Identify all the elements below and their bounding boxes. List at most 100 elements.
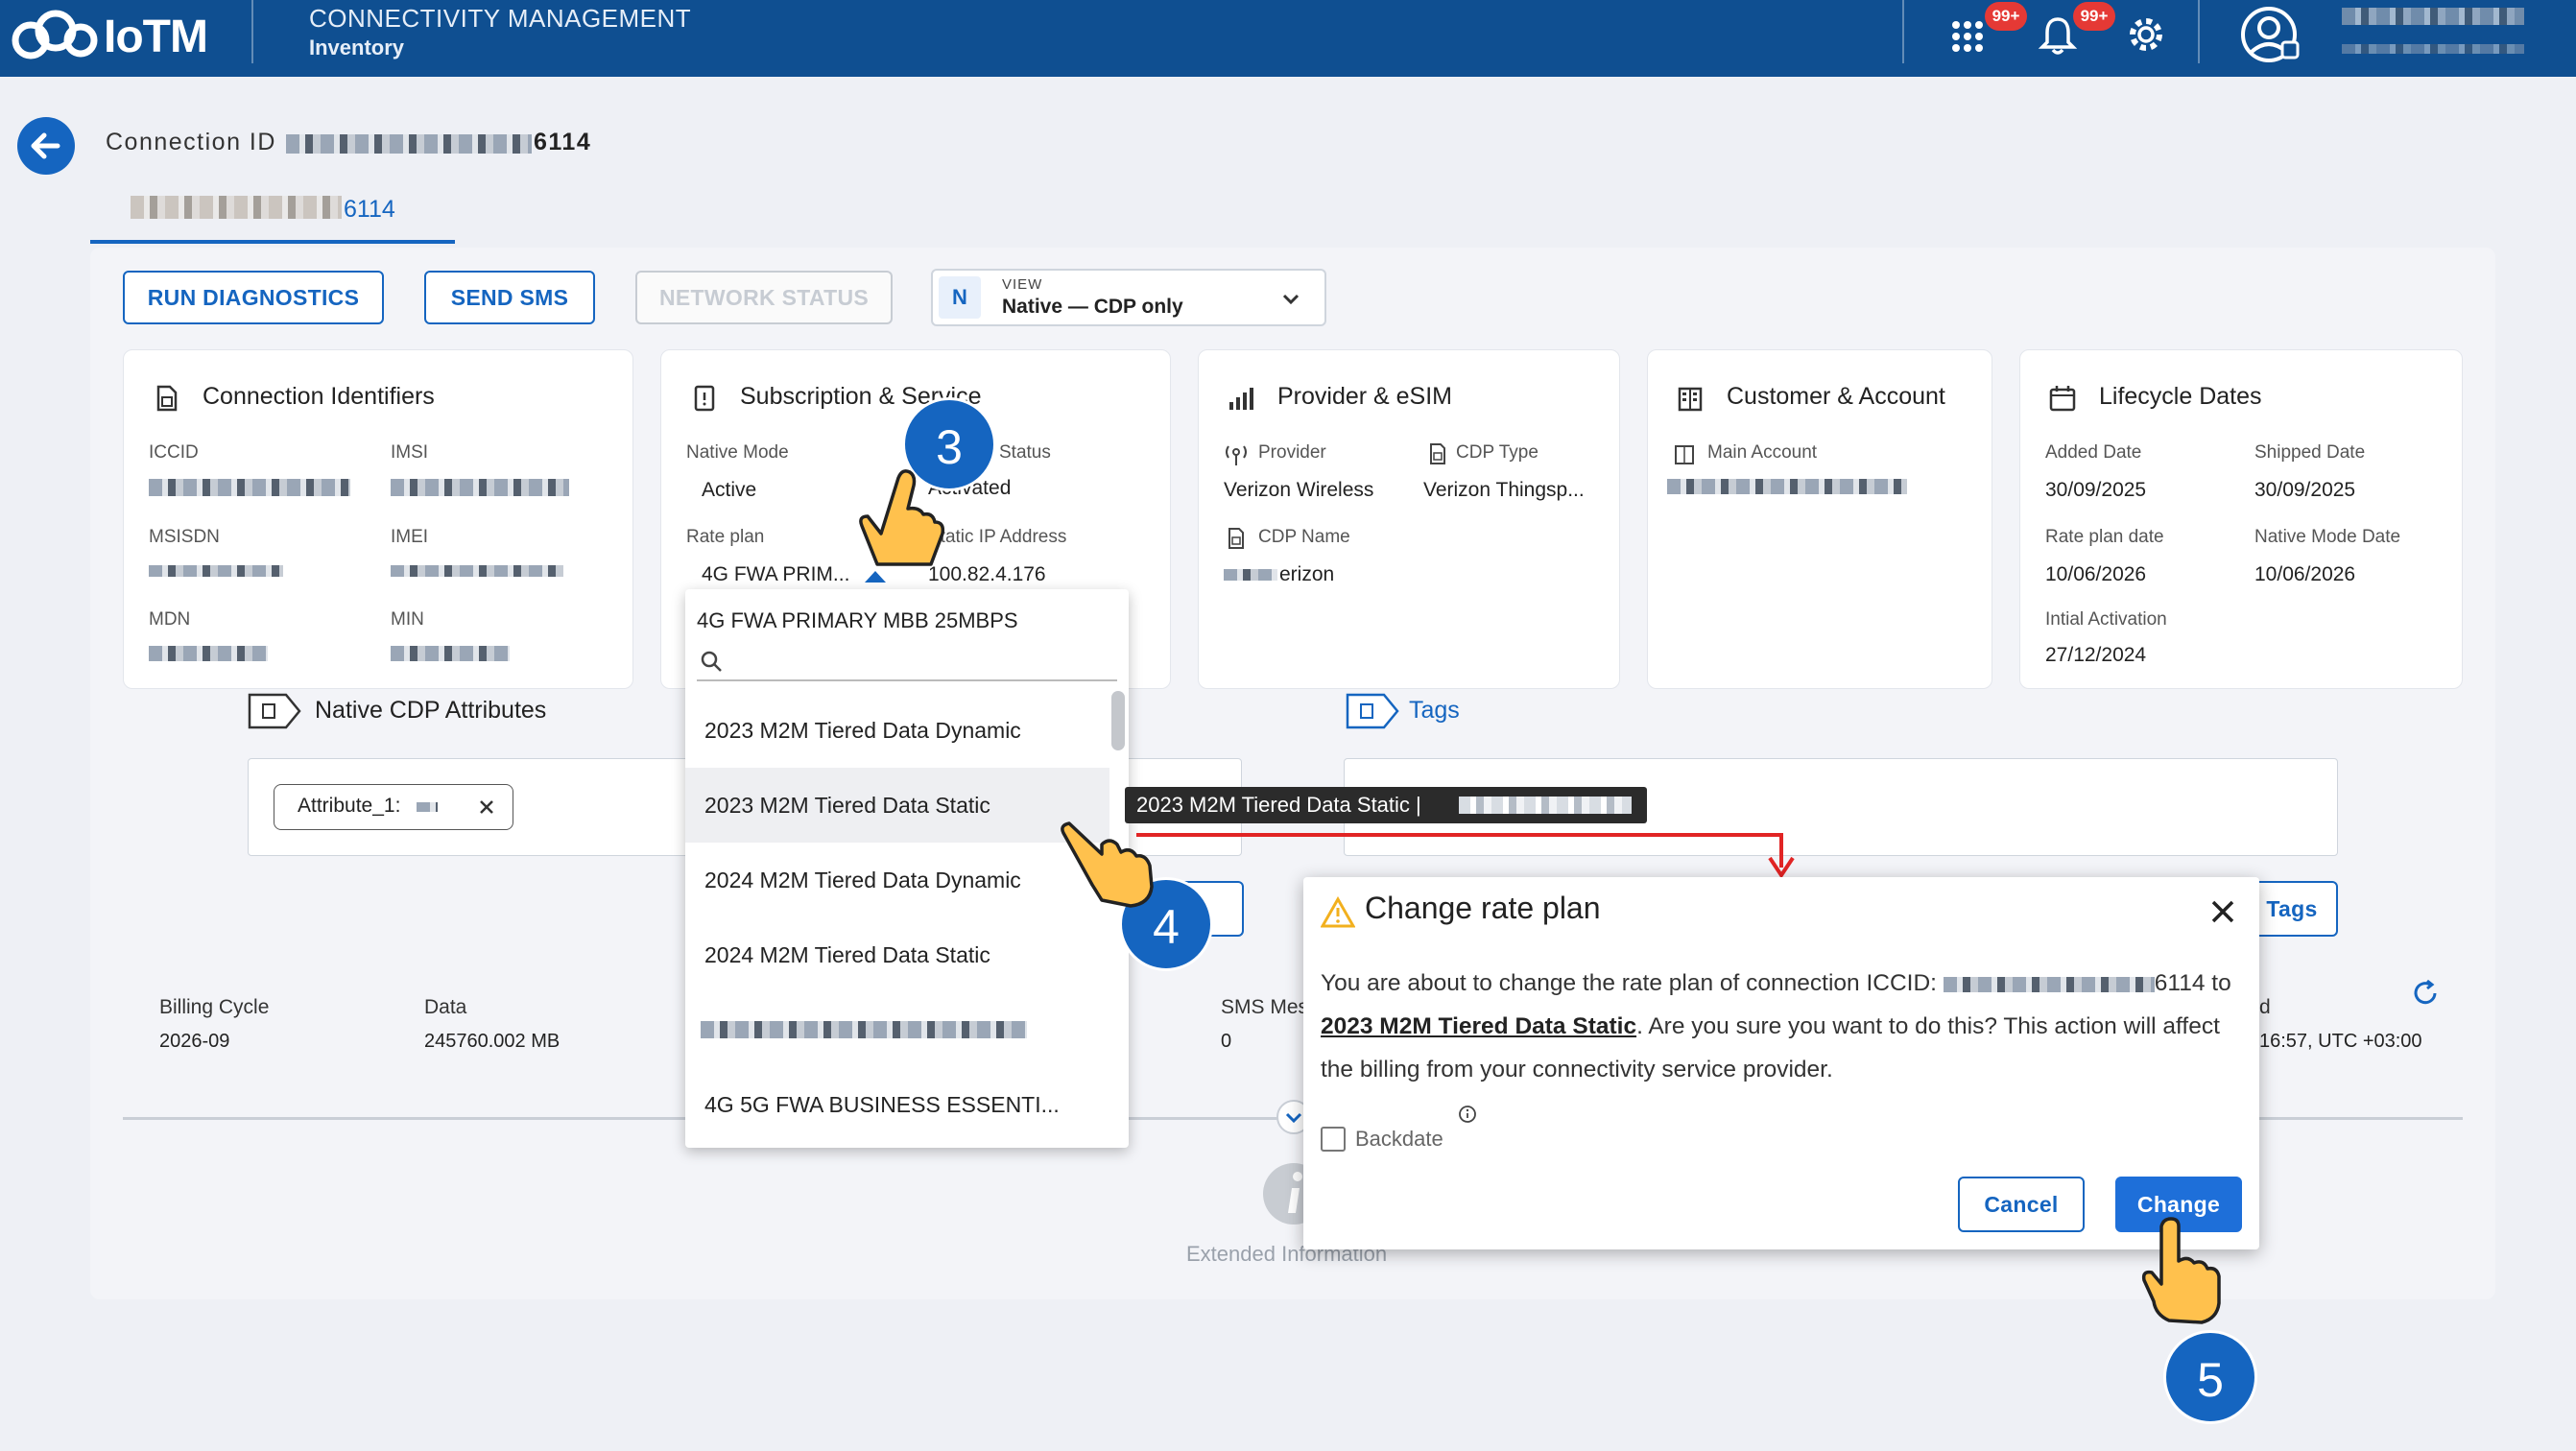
- dialog-message-prefix: You are about to change the rate plan of…: [1321, 970, 1937, 996]
- header-title: CONNECTIVITY MANAGEMENT: [309, 4, 692, 33]
- added-date-label: Added Date: [2045, 442, 2142, 463]
- card-title: Lifecycle Dates: [2099, 383, 2262, 410]
- signal-bars-icon: [1229, 388, 1253, 410]
- attribute-value-redacted: [417, 802, 438, 812]
- sim-card-icon: [1228, 528, 1244, 549]
- dialog-title: Change rate plan: [1365, 891, 1601, 925]
- tag-icon: [1346, 693, 1399, 729]
- main-account-label: Main Account: [1707, 442, 1818, 463]
- header-subtitle: Inventory: [309, 36, 405, 59]
- tooltip-text: 2023 M2M Tiered Data Static |: [1136, 793, 1421, 817]
- dropdown-option[interactable]: 4G 5G FWA BUSINESS ESSENTI...: [685, 1067, 1109, 1142]
- dialog-message: You are about to change the rate plan of…: [1321, 962, 2242, 1091]
- antenna-icon: [1226, 445, 1247, 465]
- iccid-redacted: [1943, 976, 2155, 992]
- hand-pointer-icon: [859, 469, 945, 566]
- status-label: Status: [999, 442, 1051, 463]
- refresh-icon[interactable]: [2409, 977, 2442, 1010]
- connection-identifiers-card: Connection Identifiers ICCID IMSI MSISDN…: [123, 349, 633, 689]
- hand-pointer-icon: [1061, 821, 1154, 908]
- dropdown-option[interactable]: 2024 M2M Tiered Data Static: [685, 917, 1109, 992]
- dropdown-option-hovered[interactable]: 2023 M2M Tiered Data Static: [685, 768, 1109, 843]
- sim-card-icon: [156, 385, 178, 412]
- notifications-badge: 99+: [2073, 2, 2115, 31]
- provider-value: Verizon Wireless: [1224, 479, 1374, 501]
- min-value-redacted: [391, 646, 510, 661]
- send-sms-button[interactable]: SEND SMS: [424, 271, 595, 324]
- step-5-marker: 5: [2163, 1330, 2257, 1424]
- gear-icon: [2130, 18, 2162, 51]
- backdate-label: Backdate: [1355, 1127, 1443, 1151]
- mdn-label: MDN: [149, 609, 191, 630]
- card-title: Connection Identifiers: [203, 383, 435, 410]
- sms-value: 0: [1221, 1031, 1232, 1052]
- data-value: 245760.002 MB: [424, 1031, 561, 1052]
- provider-label: Provider: [1258, 442, 1326, 463]
- last-updated-label: d: [2259, 996, 2271, 1018]
- apps-badge: 99+: [1985, 2, 2027, 31]
- last-updated-value: 16:57, UTC +03:00: [2259, 1031, 2422, 1052]
- attribute-chip[interactable]: Attribute_1:: [274, 784, 513, 830]
- notifications-button[interactable]: [2037, 13, 2079, 56]
- settings-button[interactable]: [2125, 13, 2167, 56]
- imsi-value-redacted: [391, 479, 569, 496]
- close-icon[interactable]: [476, 797, 497, 818]
- attribute-chip-label: Attribute_1:: [298, 795, 401, 817]
- connection-id-suffix: 6114: [534, 129, 592, 155]
- rate-plan-date-value: 10/06/2026: [2045, 563, 2147, 585]
- mdn-value-redacted: [149, 646, 268, 661]
- info-icon[interactable]: [1457, 1104, 1478, 1125]
- rate-plan-date-label: Rate plan date: [2045, 527, 2164, 547]
- sim-card-icon: [1430, 443, 1445, 464]
- arrow-left-icon: [31, 132, 60, 159]
- user-menu[interactable]: [2240, 4, 2302, 65]
- connection-id-label: Connection ID: [106, 129, 276, 155]
- main-account-redacted: [1667, 479, 1907, 494]
- document-icon: [694, 385, 715, 412]
- native-mode-date-label: Native Mode Date: [2254, 527, 2401, 547]
- iccid-value-redacted: [149, 479, 350, 496]
- iccid-suffix: 6114: [2154, 970, 2206, 996]
- close-icon[interactable]: [2207, 896, 2238, 927]
- shipped-date-label: Shipped Date: [2254, 442, 2366, 463]
- connection-tab-label[interactable]: 6114: [344, 196, 395, 224]
- building-icon: [1678, 387, 1703, 412]
- network-status-button[interactable]: NETWORK STATUS: [635, 271, 893, 324]
- dropdown-option-redacted[interactable]: [685, 992, 1109, 1067]
- new-rate-plan-link[interactable]: 2023 M2M Tiered Data Static: [1321, 1013, 1636, 1039]
- billing-cycle-value: 2026-09: [159, 1031, 230, 1052]
- bell-icon: [2038, 17, 2078, 55]
- app-logo[interactable]: IoTM: [8, 6, 208, 67]
- tag-icon: [248, 693, 301, 729]
- apps-button[interactable]: [1948, 13, 1991, 56]
- rate-plan-select[interactable]: 4G FWA PRIM...: [702, 563, 849, 586]
- chevron-down-icon: [1282, 294, 1300, 305]
- annotation-arrow: [1136, 833, 1795, 879]
- lifecycle-dates-card: Lifecycle Dates Added Date 30/09/2025 Sh…: [2019, 349, 2463, 689]
- cancel-button[interactable]: Cancel: [1958, 1177, 2085, 1232]
- dropdown-option[interactable]: 2023 M2M Tiered Data Dynamic: [685, 693, 1109, 768]
- shipped-date-value: 30/09/2025: [2254, 479, 2356, 501]
- view-select[interactable]: N VIEW Native — CDP only: [931, 269, 1326, 326]
- backdate-checkbox[interactable]: [1321, 1127, 1346, 1152]
- cdp-name-redacted: [1224, 569, 1277, 581]
- data-label: Data: [424, 996, 467, 1018]
- cdp-name-value: erizon: [1279, 563, 1335, 585]
- apps-grid-icon: [1952, 21, 1983, 52]
- card-title: Customer & Account: [1727, 383, 1945, 410]
- run-diagnostics-button[interactable]: RUN DIAGNOSTICS: [123, 271, 384, 324]
- user-avatar-icon: [2241, 7, 2300, 62]
- user-name-redacted: [2342, 8, 2524, 25]
- warning-icon: [1321, 896, 1355, 928]
- native-mode-value: Active: [702, 479, 757, 501]
- activation-value: 27/12/2024: [2045, 644, 2147, 666]
- tab-redacted: [131, 196, 342, 219]
- imei-label: IMEI: [391, 527, 429, 547]
- view-mode-badge: N: [939, 276, 981, 319]
- redacted-option-text: [701, 1021, 1027, 1038]
- back-button[interactable]: [17, 117, 75, 175]
- search-underline: [697, 679, 1117, 681]
- dropdown-search-input[interactable]: [727, 643, 1111, 676]
- dropdown-option[interactable]: 2024 M2M Tiered Data Dynamic: [685, 843, 1109, 917]
- dropdown-scrollbar[interactable]: [1111, 691, 1125, 750]
